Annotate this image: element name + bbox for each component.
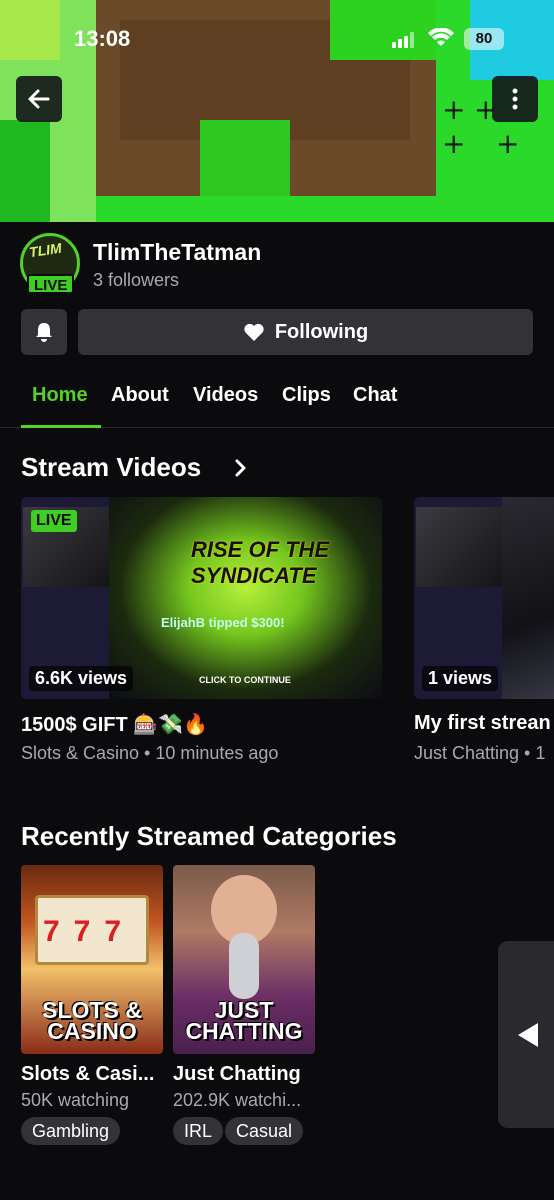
channel-banner: + + + + 13:08 80 (0, 0, 554, 222)
play-left-icon (518, 1022, 538, 1047)
category-name[interactable]: Just Chatting (173, 1063, 301, 1086)
video-meta: Just Chatting • 1 (414, 743, 546, 763)
category-watching: 202.9K watchi... (173, 1090, 302, 1110)
heart-icon (244, 323, 264, 341)
battery-indicator: 80 (464, 28, 504, 50)
webcam-overlay (416, 507, 502, 587)
live-badge: LIVE (27, 274, 75, 294)
thumb-tip-text: ElijahB tipped $300! (161, 615, 285, 630)
follower-count: 3 followers (93, 270, 180, 290)
video-views: 6.6K views (29, 666, 134, 691)
channel-page: + + + + 13:08 80 TLIM LIVE TlimTheTatman… (0, 0, 554, 1200)
categories-heading: Recently Streamed Categories (21, 821, 397, 851)
channel-name: TlimTheTatman (93, 239, 262, 265)
category-watching: 50K watching (21, 1090, 130, 1110)
tab-home[interactable]: Home (32, 384, 88, 407)
tag-chip[interactable]: Casual (225, 1117, 304, 1145)
side-panel-handle[interactable] (498, 941, 554, 1128)
thumb-game-title: RISE OF THE SYNDICATE (191, 537, 330, 588)
following-label: Following (274, 320, 369, 343)
video-title[interactable]: My first strean (414, 712, 551, 735)
back-button[interactable] (16, 76, 62, 122)
more-options-button[interactable] (492, 76, 538, 122)
category-card-just-chatting[interactable]: JUST CHATTING (173, 865, 315, 1054)
tag-chip[interactable]: Gambling (21, 1117, 121, 1145)
signal-icon (392, 32, 418, 48)
stream-videos-heading[interactable]: Stream Videos (21, 452, 201, 483)
tab-videos[interactable]: Videos (193, 384, 258, 407)
following-button[interactable]: Following (78, 309, 533, 355)
more-vertical-icon (512, 88, 518, 110)
status-bar: 13:08 80 (0, 24, 554, 54)
video-meta: Slots & Casino • 10 minutes ago (21, 743, 279, 763)
video-views: 1 views (422, 666, 499, 691)
active-tab-indicator (21, 425, 101, 428)
wifi-icon (428, 28, 454, 46)
video-live-badge: LIVE (31, 510, 77, 532)
category-name[interactable]: Slots & Casi... (21, 1063, 154, 1086)
tab-about[interactable]: About (111, 384, 169, 407)
category-card-slots[interactable]: 777 SLOTS & CASINO (21, 865, 163, 1054)
tab-clips[interactable]: Clips (282, 384, 331, 407)
category-art-label: CASINO (47, 1018, 137, 1044)
category-art-label: CHATTING (185, 1018, 303, 1044)
tag-chip[interactable]: IRL (173, 1117, 224, 1145)
bell-icon (36, 323, 52, 342)
tab-chat[interactable]: Chat (353, 384, 397, 407)
video-title[interactable]: 1500$ GIFT 🎰💸🔥 (21, 712, 208, 737)
thumb-continue-text: CLICK TO CONTINUE (199, 675, 291, 685)
channel-tabs: Home About Videos Clips Chat (0, 380, 554, 428)
status-time: 13:08 (74, 26, 131, 51)
back-arrow-icon (28, 89, 50, 109)
chevron-right-icon[interactable] (234, 458, 248, 478)
notification-bell-button[interactable] (21, 309, 67, 355)
